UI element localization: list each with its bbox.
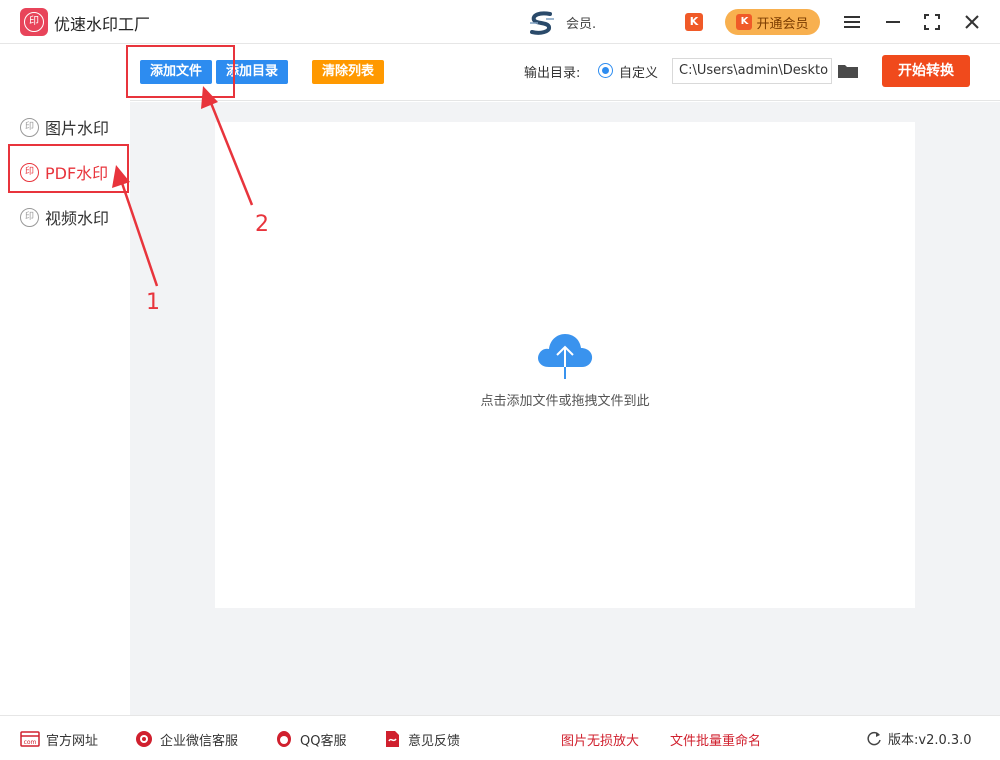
menu-button[interactable] [840,10,864,34]
output-dir-label: 输出目录: [524,66,581,81]
annotation-number-2: 2 [255,212,269,237]
sidebar-item-video-watermark[interactable]: 印 视频水印 [20,204,109,230]
output-path-input[interactable]: C:\Users\admin\Deskto [672,58,832,84]
watermark-icon: 印 [20,207,39,227]
annotation-box-add-file [126,45,235,98]
feedback-label: 意见反馈 [408,733,461,749]
cloud-upload-icon [538,334,593,379]
user-name[interactable]: 会员. [566,13,596,32]
refresh-icon [867,731,881,745]
wechat-icon [136,731,152,747]
user-avatar-icon[interactable] [528,10,556,36]
sidebar-item-image-watermark[interactable]: 印 图片水印 [20,114,109,140]
logo-char: 印 [24,12,44,32]
footer-bar: com 官方网址 企业微信客服 QQ客服 意见反馈 图片无损放大 文件批量重命名… [0,715,1000,760]
annotation-box-pdf [8,144,129,193]
main-area: 点击添加文件或拖拽文件到此 [130,102,1000,715]
title-bar: 印 优速水印工厂 会员. K K 开通会员 [0,0,1000,44]
app-logo-icon: 印 [20,8,48,36]
wechat-support-link[interactable]: 企业微信客服 [134,729,238,749]
official-site-label: 官方网址 [46,733,99,749]
feedback-icon [386,731,399,747]
close-icon [965,15,979,29]
qq-support-label: QQ客服 [300,733,347,749]
vip-open-label: 开通会员 [756,16,809,32]
minimize-button[interactable] [881,10,905,34]
custom-dir-label[interactable]: 自定义 [619,62,658,81]
vip-k-icon: K [736,14,753,30]
qq-icon [277,731,291,747]
vip-badge-icon[interactable]: K [685,13,703,31]
file-dropzone[interactable]: 点击添加文件或拖拽文件到此 [215,122,915,608]
start-convert-button[interactable]: 开始转换 [882,55,970,87]
folder-icon[interactable] [837,63,859,79]
svg-text:com: com [24,739,37,746]
official-site-link[interactable]: com 官方网址 [20,729,98,749]
minimize-icon [886,21,900,23]
app-title: 优速水印工厂 [54,15,151,34]
custom-dir-radio[interactable] [598,63,613,78]
watermark-icon: 印 [20,117,39,137]
annotation-number-1: 1 [146,290,160,315]
wechat-support-label: 企业微信客服 [160,733,239,749]
sidebar-item-label: 视频水印 [45,209,110,228]
sidebar-item-label: 图片水印 [45,119,110,138]
dropzone-hint: 点击添加文件或拖拽文件到此 [480,394,650,409]
menu-icon [844,16,860,28]
clear-list-button[interactable]: 清除列表 [312,60,384,84]
version-label: 版本:v2.0.3.0 [888,733,972,748]
version-info[interactable]: 版本:v2.0.3.0 [866,729,972,748]
maximize-icon [924,14,940,30]
batch-rename-link[interactable]: 文件批量重命名 [670,729,761,749]
website-icon: com [20,731,40,747]
close-button[interactable] [960,10,984,34]
maximize-button[interactable] [920,10,944,34]
toolbar: 添加文件 添加目录 清除列表 输出目录: 自定义 C:\Users\admin\… [130,45,1000,101]
feedback-link[interactable]: 意见反馈 [382,729,460,749]
vip-open-button[interactable]: K 开通会员 [725,9,820,35]
image-upscale-link[interactable]: 图片无损放大 [561,729,639,749]
qq-support-link[interactable]: QQ客服 [274,729,346,749]
